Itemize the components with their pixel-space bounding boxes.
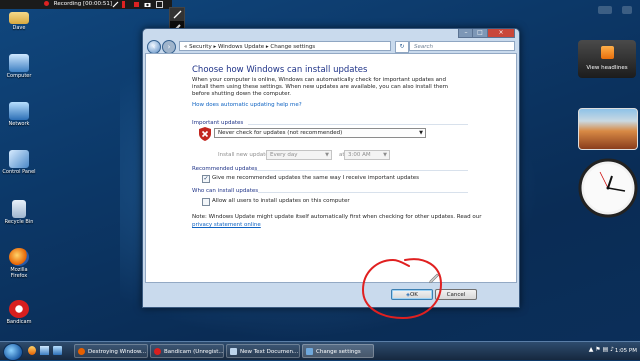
quick-launch-explorer-icon[interactable] [53, 346, 62, 355]
install-day-dropdown[interactable]: Every day ▼ [266, 150, 332, 160]
divider [258, 192, 468, 193]
divider [254, 170, 468, 171]
quick-launch-firefox-icon[interactable] [28, 346, 36, 355]
control-panel-icon [306, 348, 313, 355]
chevron-down-icon: ▼ [325, 152, 329, 158]
forward-arrow-icon[interactable]: › [162, 40, 176, 54]
taskbar-button-change-settings[interactable]: Change settings [302, 344, 374, 358]
user-folder-icon [9, 12, 29, 24]
note-text: Note: Windows Update might update itself… [192, 214, 482, 220]
quick-launch-desktop-icon[interactable] [40, 346, 49, 355]
pencil-tool-icon[interactable] [170, 8, 184, 21]
address-bar[interactable]: « Security ▸ Windows Update ▸ Change set… [179, 41, 391, 51]
desktop-icon-bandicam[interactable]: Bandicam [2, 300, 36, 325]
close-button[interactable]: × [487, 29, 515, 38]
divider [248, 124, 468, 125]
recommended-updates-heading: Recommended updates [192, 166, 258, 172]
camera-icon[interactable] [144, 1, 151, 8]
desktop-icon-computer[interactable]: Computer [2, 54, 36, 79]
rss-icon [601, 46, 614, 59]
desktop-icon-network[interactable]: Network [2, 102, 36, 127]
intro-text: When your computer is online, Windows ca… [192, 77, 448, 97]
desktop-icon-firefox[interactable]: Mozilla Firefox [2, 248, 36, 279]
recommended-updates-label: Give me recommended updates the same way… [212, 175, 420, 181]
change-settings-window: – □ × ‹ › « Security ▸ Windows Update ▸ … [142, 28, 520, 308]
computer-icon [9, 54, 29, 72]
who-can-install-heading: Who can install updates [192, 188, 259, 194]
clock-gadget[interactable] [578, 158, 638, 218]
search-input[interactable]: Search [409, 41, 515, 51]
recycle-bin-icon [12, 200, 26, 218]
refresh-icon[interactable]: ↻ [395, 41, 409, 53]
recommended-updates-checkbox[interactable]: ✓ [202, 175, 210, 183]
sidebar-next-icon[interactable] [622, 6, 632, 14]
taskbar-clock[interactable]: 1:05 PM [615, 344, 637, 358]
page-title: Choose how Windows can install updates [192, 65, 368, 75]
network-tray-icon[interactable]: ▤ [603, 346, 609, 353]
volume-icon[interactable]: ♪ [610, 346, 614, 353]
install-time-dropdown[interactable]: 3:00 AM ▼ [344, 150, 390, 160]
help-link[interactable]: How does automatic updating help me? [192, 102, 302, 108]
slideshow-gadget[interactable] [578, 108, 638, 150]
allow-all-users-label: Allow all users to install updates on th… [212, 198, 350, 204]
pen-icon[interactable] [112, 1, 119, 8]
recording-toolbar: Recording [00:00:51] [0, 0, 172, 9]
firefox-icon [78, 348, 85, 355]
show-hidden-icons-icon[interactable]: ▲ [589, 346, 594, 353]
firefox-icon [9, 248, 29, 266]
start-orb-icon[interactable] [3, 343, 23, 361]
privacy-link[interactable]: privacy statement online [192, 222, 261, 228]
maximize-button[interactable]: □ [472, 29, 488, 38]
network-icon [9, 102, 29, 120]
update-mode-dropdown[interactable]: Never check for updates (not recommended… [214, 128, 426, 138]
control-panel-icon [9, 150, 29, 168]
recording-status: Recording [00:00:51] [53, 1, 112, 7]
sidebar-add-gadget-icon[interactable] [598, 6, 612, 14]
chevron-down-icon: ▼ [419, 130, 423, 136]
chevron-down-icon: ▼ [383, 152, 387, 158]
record-indicator-icon [44, 0, 49, 6]
flag-icon[interactable]: ⚑ [595, 346, 600, 353]
important-updates-heading: Important updates [192, 120, 244, 126]
close-recording-icon[interactable] [156, 1, 163, 8]
taskbar-button-firefox[interactable]: Destroying Window... [74, 344, 148, 358]
pause-icon[interactable] [122, 1, 125, 8]
stop-icon[interactable] [133, 1, 140, 8]
allow-all-users-checkbox[interactable] [202, 198, 210, 206]
desktop-icon-control-panel[interactable]: Control Panel [2, 150, 36, 175]
bandicam-icon [9, 300, 29, 318]
dialog-footer: ◈OK Cancel [143, 273, 519, 307]
bandicam-icon [154, 348, 161, 355]
back-arrow-icon[interactable]: ‹ [147, 40, 161, 54]
warning-shield-icon [199, 127, 211, 141]
desktop-icon-recycle-bin[interactable]: Recycle Bin [2, 200, 36, 225]
taskbar: Destroying Window... Bandicam (Unregist.… [0, 341, 640, 361]
window-titlebar[interactable]: – □ × [143, 29, 519, 39]
view-headlines-label: View headlines [586, 65, 628, 71]
desktop-icon-dave[interactable]: Dave [2, 12, 36, 31]
rss-gadget[interactable]: View headlines [578, 40, 636, 78]
notepad-icon [230, 348, 237, 355]
taskbar-button-notepad[interactable]: New Text Documen... [226, 344, 300, 358]
taskbar-button-bandicam[interactable]: Bandicam (Unregist... [150, 344, 224, 358]
navigation-bar: ‹ › « Security ▸ Windows Update ▸ Change… [147, 40, 515, 54]
system-tray: ▲ ⚑ ▤ ♪ [589, 346, 614, 353]
annotation-circle [361, 258, 443, 320]
settings-content: Choose how Windows can install updates W… [145, 53, 517, 283]
